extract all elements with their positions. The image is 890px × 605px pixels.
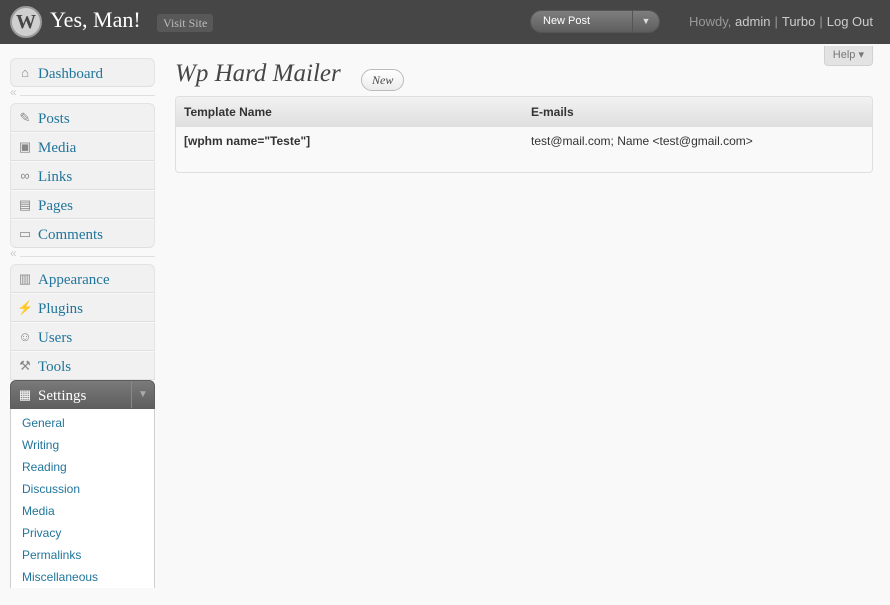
submenu-item-discussion[interactable]: Discussion (11, 478, 154, 500)
menu-label: Appearance (38, 272, 110, 288)
turbo-link[interactable]: Turbo (782, 14, 815, 29)
menu-separator[interactable] (10, 85, 155, 103)
menu-item-posts[interactable]: ✎ Posts (10, 103, 155, 132)
menu-label: Settings (38, 388, 87, 404)
menu-label: Posts (38, 111, 70, 127)
menu-item-media[interactable]: ▣ Media (10, 132, 155, 161)
pages-icon: ▤ (18, 197, 32, 212)
menu-separator[interactable] (10, 246, 155, 264)
logout-link[interactable]: Log Out (827, 14, 873, 29)
menu-label: Comments (38, 227, 104, 243)
user-info: Howdy, admin | Turbo | Log Out (689, 14, 873, 29)
menu-item-comments[interactable]: ▭ Comments (10, 219, 155, 248)
column-header-emails[interactable]: E-mails (531, 105, 574, 119)
cell-template-name[interactable]: [wphm name="Teste"] (184, 134, 310, 148)
pin-icon: ✎ (19, 110, 31, 125)
menu-item-dashboard[interactable]: ⌂ Dashboard (10, 58, 155, 87)
menu-label: Users (38, 330, 73, 346)
column-header-template-name[interactable]: Template Name (184, 105, 272, 119)
username-link[interactable]: admin (735, 14, 770, 29)
menu-label: Plugins (38, 301, 84, 317)
menu-item-pages[interactable]: ▤ Pages (10, 190, 155, 219)
comment-icon: ▭ (18, 226, 32, 241)
menu-item-settings[interactable]: ▦ Settings ▼ (10, 380, 155, 409)
menu-label: Media (38, 140, 77, 156)
help-tab-button[interactable]: Help ▾ (823, 46, 873, 66)
wordpress-logo-icon: W (10, 6, 42, 38)
users-icon: ☺ (18, 329, 32, 344)
admin-menu: ⌂ Dashboard ✎ Posts ▣ Media ∞ Links ▤ Pa… (10, 58, 155, 588)
submenu-item-general[interactable]: General (11, 412, 154, 434)
settings-submenu: General Writing Reading Discussion Media… (10, 409, 155, 588)
menu-item-tools[interactable]: ⚒ Tools (10, 351, 155, 380)
submenu-item-reading[interactable]: Reading (11, 456, 154, 478)
menu-item-appearance[interactable]: ▥ Appearance (10, 264, 155, 293)
menu-label: Tools (38, 359, 72, 375)
settings-icon: ▦ (18, 387, 32, 402)
favorite-actions-dropdown[interactable]: New Post ▼ (530, 10, 660, 33)
submenu-item-writing[interactable]: Writing (11, 434, 154, 456)
menu-item-plugins[interactable]: ⚡ Plugins (10, 293, 155, 322)
media-icon: ▣ (18, 139, 32, 154)
visit-site-button[interactable]: Visit Site (157, 14, 214, 32)
submenu-item-privacy[interactable]: Privacy (11, 522, 154, 544)
chevron-down-icon[interactable]: ▼ (632, 11, 659, 32)
new-post-link[interactable]: New Post (543, 11, 590, 32)
plugin-icon: ⚡ (17, 300, 34, 315)
cell-emails: test@mail.com; Name <test@gmail.com> (531, 134, 753, 148)
howdy-text: Howdy, (689, 14, 732, 29)
site-title[interactable]: Yes, Man! (50, 7, 141, 33)
menu-item-links[interactable]: ∞ Links (10, 161, 155, 190)
admin-header: W Yes, Man! Visit Site New Post ▼ Howdy,… (0, 0, 890, 44)
appearance-icon: ▥ (18, 271, 32, 286)
menu-item-users[interactable]: ☺ Users (10, 322, 155, 351)
tools-icon: ⚒ (19, 358, 31, 373)
page-title: Wp Hard Mailer (175, 60, 341, 87)
dashboard-icon: ⌂ (21, 65, 29, 80)
add-new-button[interactable]: New (361, 69, 405, 91)
chevron-down-icon[interactable]: ▼ (131, 381, 154, 408)
menu-label: Pages (38, 198, 73, 214)
submenu-item-media[interactable]: Media (11, 500, 154, 522)
menu-label: Links (38, 169, 73, 185)
link-icon: ∞ (20, 168, 30, 183)
submenu-item-miscellaneous[interactable]: Miscellaneous (11, 566, 154, 588)
table-header: Template Name E-mails (176, 97, 872, 127)
submenu-item-permalinks[interactable]: Permalinks (11, 544, 154, 566)
templates-table: Template Name E-mails [wphm name="Teste"… (175, 96, 873, 173)
menu-label: Dashboard (38, 66, 103, 82)
